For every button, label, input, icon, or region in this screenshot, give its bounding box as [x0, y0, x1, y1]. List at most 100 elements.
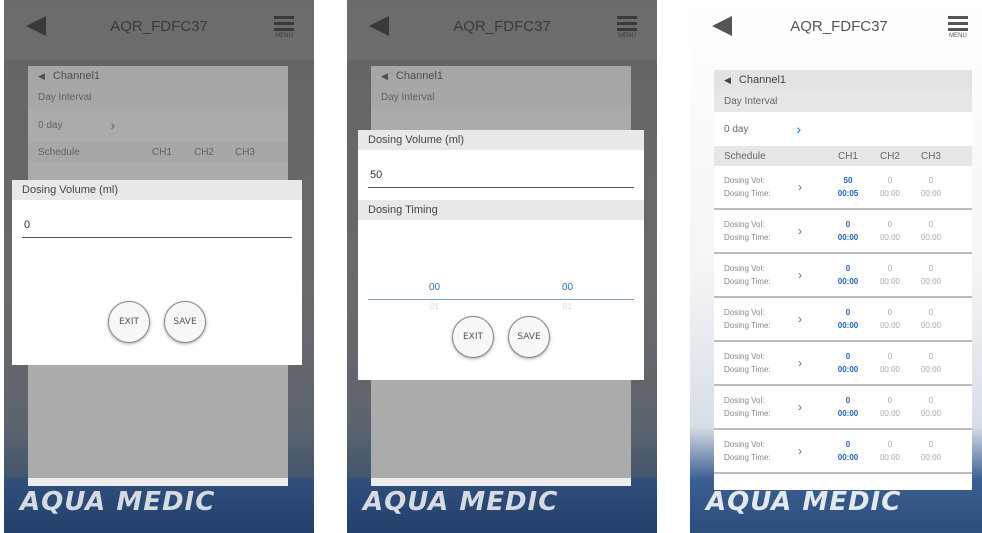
- hour-next: 01: [430, 302, 439, 311]
- row-labels: Dosing Vol: Dosing Time:: [724, 262, 798, 288]
- top-bar: AQR_FDFC37 MENU: [4, 0, 314, 60]
- row-labels: Dosing Vol: Dosing Time:: [724, 174, 798, 200]
- hour-value[interactable]: 00: [429, 282, 440, 299]
- phone-screen-2: AQR_FDFC37 MENU ◀ Channel1 Day Interval …: [347, 0, 657, 533]
- dialog-title: Dosing Volume (ml): [358, 130, 644, 150]
- row-labels: Dosing Vol: Dosing Time:: [724, 438, 798, 464]
- dosing-settings-dialog: Dosing Volume (ml) 50 Dosing Timing 00 0…: [358, 130, 644, 380]
- ch3-header: CH3: [920, 150, 941, 162]
- ch3-volume: 0: [928, 396, 934, 405]
- chevron-right-icon: ›: [798, 180, 802, 194]
- exit-button[interactable]: EXIT: [108, 301, 150, 343]
- ch3-cell: 0 00:00: [908, 438, 954, 464]
- ch3-volume: 0: [928, 308, 934, 317]
- menu-label: MENU: [949, 33, 967, 39]
- exit-button[interactable]: EXIT: [452, 316, 494, 358]
- chevron-right-icon: ›: [796, 121, 802, 137]
- ch1-cell: 0 00:00: [824, 438, 872, 464]
- schedule-row[interactable]: Dosing Vol: Dosing Time: › 0 00:00 0 00:00 0 00:…: [714, 430, 972, 474]
- schedule-row[interactable]: Dosing Vol: Dosing Time: › 0 00:00 0 00:00 0 00:…: [714, 342, 972, 386]
- ch1-time: 00:00: [837, 233, 859, 242]
- ch2-time: 00:00: [879, 409, 901, 418]
- chevron-right-icon: ›: [798, 224, 802, 238]
- schedule-row[interactable]: Dosing Vol: Dosing Time: › 0 00:00 0 00:00 0 00:…: [714, 386, 972, 430]
- dosing-vol-label: Dosing Vol:: [724, 220, 765, 229]
- dosing-vol-label: Dosing Vol:: [724, 264, 765, 273]
- menu-icon[interactable]: MENU: [274, 16, 294, 39]
- dosing-time-label: Dosing Time:: [724, 321, 771, 330]
- schedule-row[interactable]: Dosing Vol: Dosing Time: › 0 00:00 0 00:00 0 00:…: [714, 298, 972, 342]
- dosing-time-label: Dosing Time:: [724, 409, 771, 418]
- ch1-cell: 50 00:05: [824, 174, 872, 200]
- ch3-volume: 0: [928, 440, 934, 449]
- ch3-cell: 0 00:00: [908, 218, 954, 244]
- chevron-right-icon: ›: [798, 400, 802, 414]
- day-interval-row[interactable]: 0 day ›: [714, 112, 972, 146]
- save-button[interactable]: SAVE: [508, 316, 550, 358]
- dosing-volume-input[interactable]: 0: [22, 212, 292, 238]
- chevron-right-icon: ›: [798, 268, 802, 282]
- phone-screen-3: AQR_FDFC37 MENU ◀ Channel1 Day Interval …: [690, 0, 982, 533]
- aqua-medic-logo: AQUA MEDIC: [363, 487, 559, 517]
- ch3-time: 00:00: [920, 453, 942, 462]
- dosing-volume-input[interactable]: 50: [368, 162, 634, 188]
- aqua-medic-logo: AQUA MEDIC: [20, 487, 216, 517]
- ch2-volume: 0: [887, 308, 893, 317]
- ch3-volume: 0: [928, 352, 934, 361]
- minute-value[interactable]: 00: [562, 282, 573, 299]
- row-labels: Dosing Vol: Dosing Time:: [724, 306, 798, 332]
- menu-icon[interactable]: MENU: [948, 16, 968, 39]
- ch1-volume: 0: [845, 440, 851, 449]
- menu-label: MENU: [275, 33, 293, 39]
- ch1-cell: 0 00:00: [824, 394, 872, 420]
- ch2-cell: 0 00:00: [872, 438, 908, 464]
- ch3-time: 00:00: [920, 277, 942, 286]
- ch3-cell: 0 00:00: [908, 350, 954, 376]
- schedule-label: Schedule: [724, 150, 766, 162]
- schedule-row[interactable]: Dosing Vol: Dosing Time: › 0 00:00 0 00:00 0 00:…: [714, 254, 972, 298]
- channel-header[interactable]: ◀ Channel1: [714, 70, 972, 90]
- ch2-cell: 0 00:00: [872, 306, 908, 332]
- schedule-row[interactable]: Dosing Vol: Dosing Time: › 50 00:05 0 00:00 0 00…: [714, 166, 972, 210]
- ch1-cell: 0 00:00: [824, 262, 872, 288]
- aqua-medic-logo: AQUA MEDIC: [706, 487, 902, 517]
- dosing-time-label: Dosing Time:: [724, 233, 771, 242]
- ch1-cell: 0 00:00: [824, 306, 872, 332]
- ch2-cell: 0 00:00: [872, 218, 908, 244]
- ch1-volume: 0: [845, 264, 851, 273]
- ch2-cell: 0 00:00: [872, 350, 908, 376]
- menu-icon[interactable]: MENU: [617, 16, 637, 39]
- save-button[interactable]: SAVE: [164, 301, 206, 343]
- ch2-volume: 0: [887, 264, 893, 273]
- phone-screen-1: AQR_FDFC37 MENU ◀ Channel1 Day Interval …: [4, 0, 314, 533]
- day-interval-label: Day Interval: [714, 90, 972, 112]
- timing-title: Dosing Timing: [358, 200, 644, 220]
- ch1-cell: 0 00:00: [824, 218, 872, 244]
- ch3-volume: 0: [928, 220, 934, 229]
- dosing-time-label: Dosing Time:: [724, 453, 771, 462]
- dosing-vol-label: Dosing Vol:: [724, 352, 765, 361]
- ch2-time: 00:00: [879, 233, 901, 242]
- ch1-time: 00:00: [837, 277, 859, 286]
- ch1-time: 00:05: [837, 189, 859, 198]
- ch1-cell: 0 00:00: [824, 350, 872, 376]
- time-picker[interactable]: 00 00: [368, 282, 634, 300]
- ch3-time: 00:00: [920, 189, 942, 198]
- dosing-volume-dialog: Dosing Volume (ml) 0 EXIT SAVE: [12, 180, 302, 365]
- ch1-volume: 0: [845, 220, 851, 229]
- dosing-vol-label: Dosing Vol:: [724, 440, 765, 449]
- ch2-time: 00:00: [879, 277, 901, 286]
- ch1-volume: 50: [843, 176, 853, 185]
- ch1-volume: 0: [845, 352, 851, 361]
- top-bar: AQR_FDFC37 MENU: [690, 0, 982, 60]
- schedule-row[interactable]: Dosing Vol: Dosing Time: › 0 00:00 0 00:00 0 00:…: [714, 210, 972, 254]
- top-bar: AQR_FDFC37 MENU: [347, 0, 657, 60]
- ch2-time: 00:00: [879, 321, 901, 330]
- dosing-time-label: Dosing Time:: [724, 189, 771, 198]
- ch2-volume: 0: [887, 396, 893, 405]
- dosing-vol-label: Dosing Vol:: [724, 396, 765, 405]
- ch2-cell: 0 00:00: [872, 262, 908, 288]
- menu-label: MENU: [618, 33, 636, 39]
- ch3-cell: 0 00:00: [908, 174, 954, 200]
- ch2-volume: 0: [887, 440, 893, 449]
